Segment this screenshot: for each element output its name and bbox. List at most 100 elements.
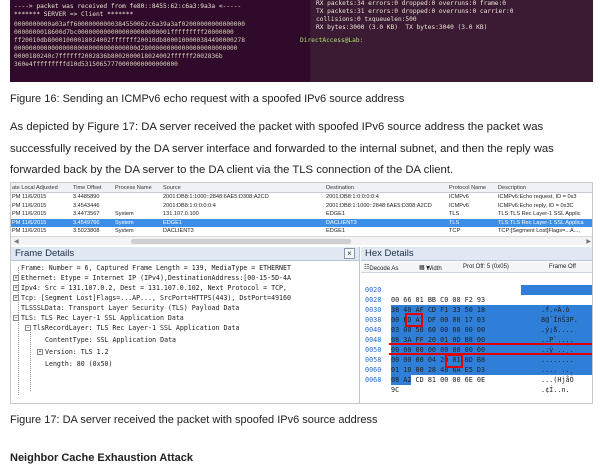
terminal-right-pane: RX packets:34 errors:0 dropped:0 overrun… bbox=[300, 0, 593, 82]
tree-node[interactable]: + Version: TLS 1.2 bbox=[37, 347, 109, 357]
hex-bytes: 08 A2 CD 81 00 00 6E 0E bbox=[391, 376, 486, 384]
column-header[interactable]: Process Name bbox=[115, 185, 152, 191]
tree-node[interactable]: TLSSSLData: Transport Layer Security (TL… bbox=[21, 303, 239, 313]
table-row-selected[interactable]: PM 11/6/2015 3.4549766 System EDGE1 DACL… bbox=[11, 218, 592, 227]
expand-icon[interactable]: + bbox=[37, 349, 43, 355]
figure-17-caption: Figure 17: DA server received the packet… bbox=[10, 414, 378, 426]
terminal-line: RX bytes:3000 (3.0 KB) TX bytes:3040 (3.… bbox=[316, 24, 488, 31]
network-monitor-screenshot: ate Local Adjusted Time Offset Process N… bbox=[10, 182, 593, 404]
column-header[interactable]: Time Offset bbox=[73, 185, 102, 191]
tree-node[interactable]: + Ipv4: Src = 131.107.0.2, Dest = 131.107… bbox=[13, 283, 287, 293]
tree-node[interactable]: Frame: Number = 6, Captured Frame Length… bbox=[21, 263, 291, 273]
hex-details-title: Hex Details bbox=[361, 247, 592, 261]
width-dropdown[interactable]: ▦ Width ▾ bbox=[419, 264, 442, 272]
table-cell: 3.4549766 bbox=[73, 219, 100, 226]
horizontal-scrollbar[interactable]: ◀ ▶ bbox=[11, 236, 592, 245]
table-row[interactable]: PM 11/6/2015 3.4485890 2001:DB8:1:1000::… bbox=[11, 193, 592, 202]
column-header[interactable]: Destination bbox=[326, 185, 354, 191]
hex-row[interactable]: 0068 9C bbox=[361, 365, 592, 394]
table-cell: PM 11/6/2015 bbox=[12, 202, 47, 209]
frame-summary-table: ate Local Adjusted Time Offset Process N… bbox=[11, 183, 592, 245]
red-annotation-box bbox=[445, 354, 463, 368]
tree-node[interactable]: ContentType: SSL Application Data bbox=[45, 335, 176, 345]
table-cell: TLS:TLS Rec Layer-1 SSL Applica bbox=[498, 219, 584, 226]
terminal-line: 000000000000000000000000000000000d280000… bbox=[14, 45, 238, 52]
section-heading: Neighbor Cache Exhaustion Attack bbox=[10, 452, 193, 464]
frame-details-panel: Frame Details × Frame: Number = 6, Captu… bbox=[11, 247, 360, 403]
table-cell: EDGE1 bbox=[163, 219, 182, 226]
table-cell: ICMPv6 bbox=[449, 202, 469, 209]
terminal-line: 0000180240c7ffffff2002836b80020000180240… bbox=[14, 53, 223, 60]
table-cell: TLS bbox=[449, 211, 460, 217]
table-cell: System bbox=[115, 228, 134, 234]
terminal-line: TX packets:31 errors:0 dropped:0 overrun… bbox=[316, 8, 514, 15]
tree-node-label: Length: 80 (0x50) bbox=[45, 360, 113, 368]
terminal-line: collisions:0 txqueuelen:500 bbox=[316, 16, 417, 23]
tree-node-label: TlsRecordLayer: TLS Rec Layer-1 SSL Appl… bbox=[33, 324, 240, 332]
table-cell: 2001:DB8:1:1000::2848:6AE5:D308:A2CD bbox=[326, 202, 432, 209]
terminal-line: 0000000018600d7bc00000000000000000000000… bbox=[14, 29, 234, 36]
tree-node[interactable]: − TlsRecordLayer: TLS Rec Layer-1 SSL App… bbox=[25, 323, 239, 333]
terminal-left-pane: ----> packet was received from fe80::845… bbox=[10, 0, 310, 82]
table-cell: PM 11/6/2015 bbox=[12, 211, 47, 217]
red-annotation-box bbox=[405, 313, 423, 327]
column-header[interactable]: Protocol Name bbox=[449, 185, 486, 191]
hex-offset: 0068 bbox=[365, 376, 382, 384]
collapse-icon[interactable]: − bbox=[13, 315, 19, 321]
table-cell: System bbox=[115, 211, 134, 217]
hex-row[interactable]: 0040 08 3A FF 20 01 0D B8 00 .:ÿ ..¸. bbox=[361, 315, 592, 354]
table-cell: TLS bbox=[449, 219, 460, 226]
table-cell: PM 11/6/2015 bbox=[12, 194, 47, 200]
table-header: ate Local Adjusted Time Offset Process N… bbox=[11, 183, 592, 193]
scroll-right-icon[interactable]: ▶ bbox=[586, 238, 591, 245]
close-icon[interactable]: × bbox=[344, 248, 355, 259]
table-cell: EDGE1 bbox=[326, 228, 345, 234]
column-header[interactable]: ate Local Adjusted bbox=[12, 185, 58, 191]
tree-node-label: Version: TLS 1.2 bbox=[45, 348, 109, 356]
table-cell: PM 11/6/2015 bbox=[12, 219, 47, 226]
hex-details-panel: Hex Details ☷ Decode As ▦ Width ▾ Prot O… bbox=[361, 247, 592, 403]
scrollbar-thumb[interactable] bbox=[131, 239, 351, 244]
tree-node-label: Ipv4: Src = 131.107.0.2, Dest = 131.107.… bbox=[21, 284, 287, 292]
hex-row[interactable]: 0060 08 A2 CD 81 00 00 6E 0E .¢Í..n. bbox=[361, 355, 592, 394]
column-header[interactable]: Source bbox=[163, 185, 181, 191]
terminal-line: RX packets:34 errors:0 dropped:0 overrun… bbox=[316, 0, 506, 7]
decode-as-button[interactable]: ☷ Decode As bbox=[364, 264, 398, 272]
table-row[interactable]: PM 11/6/2015 3.4473567 System 131.107.0.… bbox=[11, 210, 592, 219]
hex-row[interactable]: 0048 00 00 00 00 00 00 00 00 ........ bbox=[361, 325, 592, 364]
frame-details-title: Frame Details × bbox=[11, 247, 359, 261]
hex-row[interactable]: 0030 00 FD A1 DF 00 00 17 03 .ý¡ß.... bbox=[361, 295, 592, 334]
table-cell: PM 11/6/2015 bbox=[12, 228, 47, 234]
frame-off-label: Frame Off bbox=[549, 264, 576, 270]
column-header[interactable]: Description bbox=[498, 185, 526, 191]
expand-icon[interactable]: + bbox=[13, 295, 19, 301]
tree-node[interactable]: Length: 80 (0x50) bbox=[45, 359, 113, 369]
red-underline bbox=[389, 343, 592, 345]
panel-title-text: Hex Details bbox=[365, 248, 414, 259]
expand-icon[interactable]: + bbox=[13, 275, 19, 281]
tree-node[interactable]: + Tcp: [Segment Lost]Flags=...AP..., SrcP… bbox=[13, 293, 291, 303]
table-cell: ICMPv6:Echo request, ID = 0x3 bbox=[498, 194, 577, 200]
hex-row[interactable]: 0028 38 40 AF CD F1 33 50 18 8@¯ÍñŠ3P. bbox=[361, 285, 592, 324]
hex-row[interactable]: 0038 03 00 50 60 00 00 00 00 ..P`.... bbox=[361, 305, 592, 344]
table-cell: TCP bbox=[449, 228, 461, 234]
tree-node[interactable]: − TLS: TLS Rec Layer-1 SSL Application Da… bbox=[13, 313, 184, 323]
hex-row[interactable]: 0020 00 66 01 BB C0 08 F2 93 .f.»À.ò bbox=[361, 275, 592, 314]
collapse-icon[interactable]: − bbox=[25, 325, 31, 331]
tree-node-label: Frame: Number = 6, Captured Frame Length… bbox=[21, 264, 291, 272]
tree-node-label: Tcp: [Segment Lost]Flags=...AP..., SrcPo… bbox=[21, 294, 291, 302]
tree-node-label: Ethernet: Etype = Internet IP (IPv4),Des… bbox=[21, 274, 291, 282]
tree-node-label: TLSSSLData: Transport Layer Security (TL… bbox=[21, 304, 240, 312]
scroll-left-icon[interactable]: ◀ bbox=[14, 238, 19, 245]
tree-node[interactable]: + Ethernet: Etype = Internet IP (IPv4),De… bbox=[13, 273, 291, 283]
table-row[interactable]: PM 11/6/2015 3.5023808 System DACLIENT3 … bbox=[11, 227, 592, 236]
terminal-line: 360e4fffffffffd10d5315065777000000000000… bbox=[14, 61, 178, 68]
table-cell: 3.5023808 bbox=[73, 228, 100, 234]
table-row[interactable]: PM 11/6/2015 3.4543446 2001:DB8:1:0:0:0:… bbox=[11, 202, 592, 211]
table-cell: 2001:DB8:1:0:0:0:0:4 bbox=[163, 202, 216, 209]
tree-node-label: ContentType: SSL Application Data bbox=[45, 336, 177, 344]
table-cell: ICMPv6:Echo reply, ID = 0x3C bbox=[498, 202, 574, 209]
expand-icon[interactable]: + bbox=[13, 285, 19, 291]
tree-node-label: TLS: TLS Rec Layer-1 SSL Application Dat… bbox=[21, 314, 184, 322]
table-cell: TCP:[Segment Lost]Flags=...A..., bbox=[498, 228, 580, 234]
